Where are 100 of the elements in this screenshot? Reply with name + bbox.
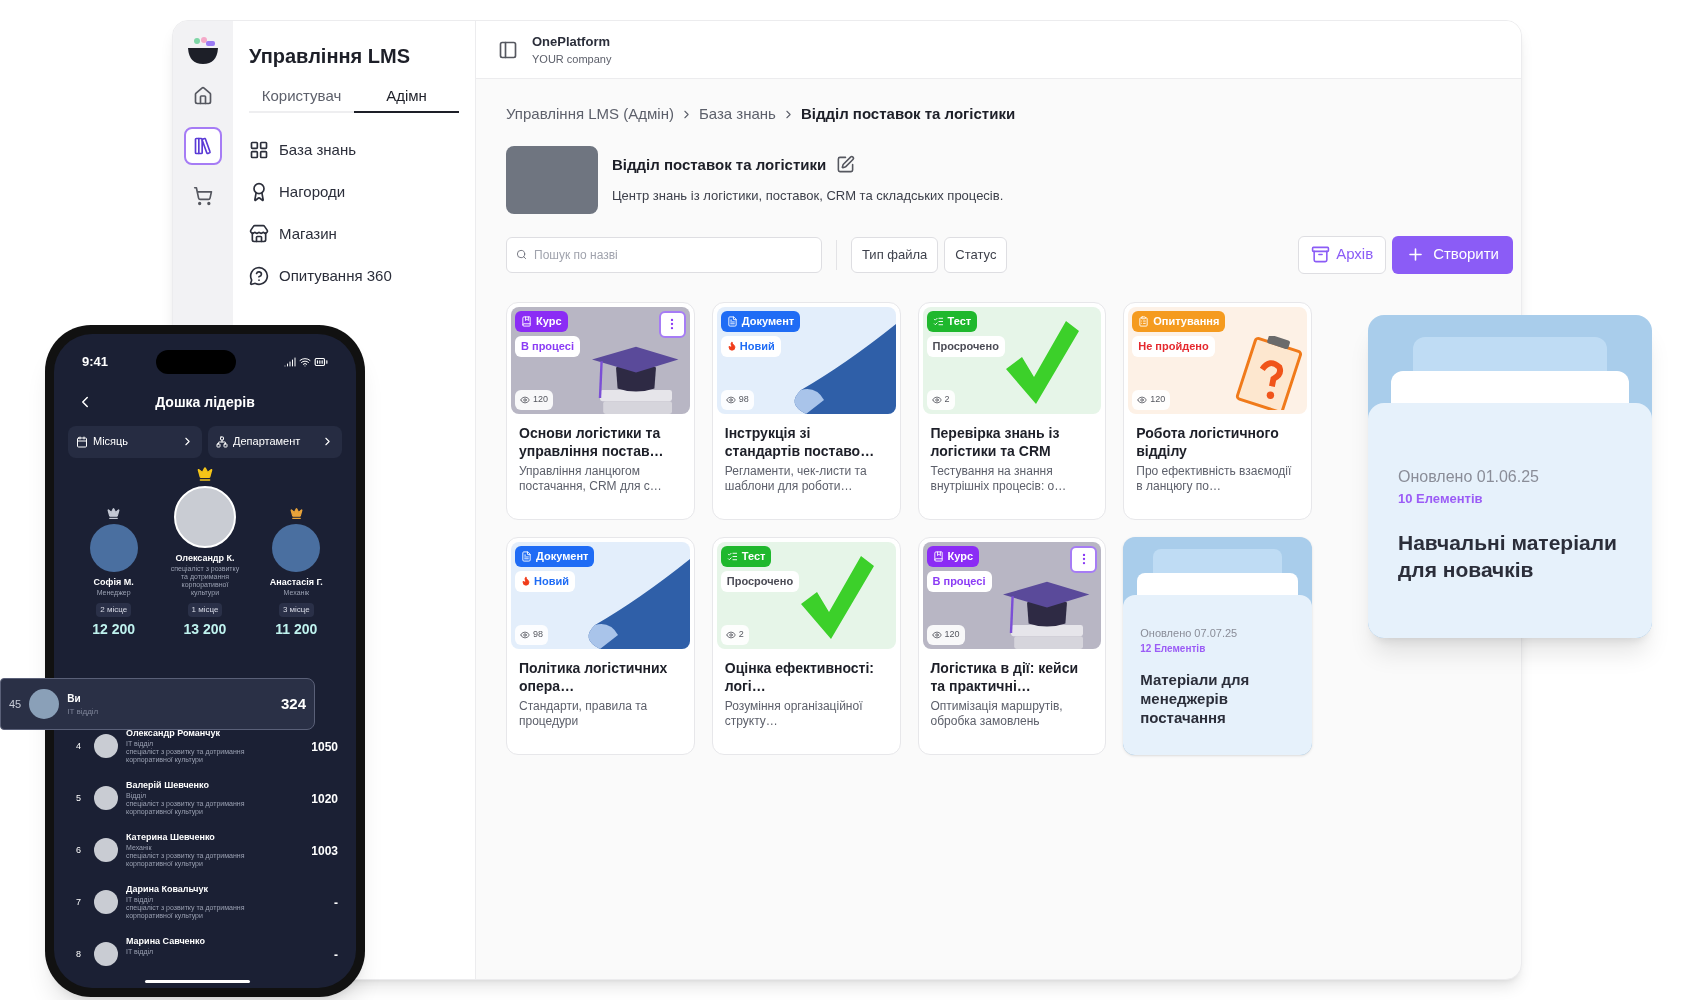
create-button[interactable]: Створити	[1392, 235, 1513, 274]
content-card[interactable]: Тест Просрочено 2 Перевірка знань із логістики та CRM Тестування на знання внутрішніх процесів: о…	[917, 301, 1107, 520]
avatar	[94, 890, 118, 914]
avatar	[94, 734, 118, 758]
card-title: Оцінка ефективності: логі…	[724, 658, 875, 695]
status-badge: В процесі	[515, 335, 580, 357]
user-score: 1050	[311, 739, 338, 756]
rank-number: 4	[76, 740, 82, 753]
view-count: 98	[515, 624, 548, 645]
card-title: Перевірка знань із логістики та CRM	[930, 423, 1061, 460]
survey-icon	[249, 266, 269, 286]
user-name: Дарина Ковальчук	[126, 884, 209, 895]
user-score: 1003	[311, 843, 338, 860]
nav-item[interactable]: Опитування 360	[249, 257, 459, 295]
folder-card[interactable]: Оновлено 01.06.25 10 Елементів Навчальні матеріали для новачків	[1368, 315, 1652, 638]
type-badge: Документ	[720, 310, 801, 332]
current-user-row[interactable]: 45 Ви IT відділ 324	[0, 678, 315, 730]
content-card[interactable]: Курс В процесі 120 Основи логістики та управління постав… Управління ланцюгом постачання, CRM для с…	[506, 301, 695, 520]
breadcrumb[interactable]: Управління LMS (Адмін)	[506, 103, 674, 126]
avatar	[94, 838, 118, 862]
content-card[interactable]: Тест Просрочено 2 Оцінка ефективності: логі… Розуміння організаційної структу…	[711, 536, 901, 755]
nav-tab[interactable]: Адімн	[354, 81, 459, 113]
card-description: Регламенти, чек-листи та шаблони для роботи…	[724, 463, 868, 494]
view-count: 2	[720, 624, 749, 645]
signal-icon	[284, 355, 296, 368]
rank-number: 8	[76, 948, 82, 961]
nav-title: Управління LMS	[249, 44, 411, 69]
user-name: Марина Савченко	[126, 936, 206, 947]
cart-icon	[193, 186, 213, 206]
rank-number: 6	[76, 844, 82, 857]
avatar	[94, 786, 118, 810]
type-icon	[726, 550, 738, 562]
place-badge: 2 місце	[96, 603, 132, 617]
rail-button[interactable]	[184, 127, 222, 165]
edit-icon[interactable]	[836, 155, 856, 175]
card-title: Робота логістичного відділу	[1136, 423, 1280, 460]
eye-icon	[520, 394, 530, 405]
status-badge: Просрочено	[720, 570, 800, 592]
archive-button[interactable]: Архів	[1298, 235, 1387, 274]
type-icon	[726, 315, 738, 327]
rank-number: 45	[9, 696, 22, 712]
breadcrumb[interactable]: База знань	[698, 103, 776, 126]
user-name: Олександр Романчук	[126, 728, 221, 739]
type-badge: Документ	[515, 545, 595, 567]
eye-icon	[725, 629, 736, 640]
rank-number: 7	[76, 896, 82, 909]
user-name: Ви	[67, 691, 82, 706]
nav-item[interactable]: База знань	[249, 131, 459, 169]
folder-card[interactable]: Оновлено 07.07.25 12 Елементів Матеріали для менеджерів постачання	[1123, 536, 1312, 755]
type-icon	[932, 315, 944, 327]
card-title: Основи логістики та управління постав…	[519, 423, 665, 460]
section-description: Центр знань із логістики, поставок, CRM та складських процесів.	[612, 187, 1004, 205]
filter-button[interactable]: Департамент	[208, 425, 342, 458]
section-title: Відділ поставок та логістики	[612, 154, 827, 175]
content-card[interactable]: Документ Новий 98 Політика логістичних опера… Стандарти, правила та процедури	[506, 536, 695, 755]
status-time: 9:41	[82, 352, 109, 371]
sidebar-toggle-icon[interactable]	[498, 39, 518, 60]
wifi-icon	[299, 355, 311, 368]
calendar-icon	[76, 435, 88, 448]
filter-button[interactable]: Місяць	[68, 425, 202, 458]
grid-icon	[249, 140, 269, 160]
updated-date: Оновлено 01.06.25	[1398, 467, 1540, 487]
more-button[interactable]	[658, 310, 686, 338]
card-description: Оптимізація маршрутів, обробка замовлень	[930, 698, 1064, 729]
eye-icon	[725, 394, 736, 405]
flame-icon	[726, 341, 737, 351]
eye-icon	[931, 629, 942, 640]
updated-date: Оновлено 07.07.25	[1140, 625, 1239, 641]
card-description: Тестування на знання внутрішніх процесів: о…	[930, 463, 1068, 494]
card-title: Політика логістичних опера…	[519, 658, 669, 695]
nav-item[interactable]: Нагороди	[249, 173, 459, 211]
type-icon	[1138, 315, 1150, 327]
leader-name: Олександр К.	[175, 551, 235, 565]
rank-number: 5	[76, 792, 82, 805]
card-description: Про ефективність взаємодії в ланцюгу по…	[1136, 463, 1293, 494]
card-description: Управління ланцюгом постачання, CRM для с…	[519, 463, 663, 494]
card-title: Інструкція зі стандартів поставо…	[724, 423, 876, 460]
content-card[interactable]: Курс В процесі 120 Логістика в дії: кейси та практичні… Оптимізація маршрутів, обробка замовлень	[917, 536, 1107, 755]
nav-tab[interactable]: Користувач	[249, 81, 354, 113]
library-icon	[193, 136, 213, 156]
search-field[interactable]: Пошук по назві	[506, 236, 822, 273]
type-badge: Курс	[515, 310, 568, 332]
user-name: Катерина Шевченко	[126, 832, 216, 843]
element-count: 12 Елементів	[1140, 642, 1207, 656]
eye-icon	[931, 394, 942, 405]
type-badge: Тест	[720, 545, 772, 567]
filter-button[interactable]: Статус	[944, 236, 1008, 273]
home-icon	[193, 86, 213, 106]
user-score: -	[334, 947, 338, 964]
user-name: Валерій Шевченко	[126, 780, 210, 791]
status-badge: Просрочено	[926, 335, 1005, 357]
type-badge: Курс	[926, 545, 980, 567]
breadcrumb: Відділ поставок та логістики	[800, 104, 1016, 124]
content-card[interactable]: Опитування Не пройдено 120 Робота логістичного відділу Про ефективність взаємодії в ланцюгу по…	[1123, 301, 1312, 520]
nav-item[interactable]: Магазин	[249, 215, 459, 253]
content-card[interactable]: Документ Новий 98 Інструкція зі стандартів поставо… Регламенти, чек-листи та шаблони для роботи…	[711, 301, 901, 520]
more-button[interactable]	[1070, 545, 1098, 573]
filter-button[interactable]: Тип файла	[851, 236, 939, 273]
place-badge: 3 місце	[278, 603, 314, 617]
leader-name: Софія М.	[93, 575, 134, 589]
